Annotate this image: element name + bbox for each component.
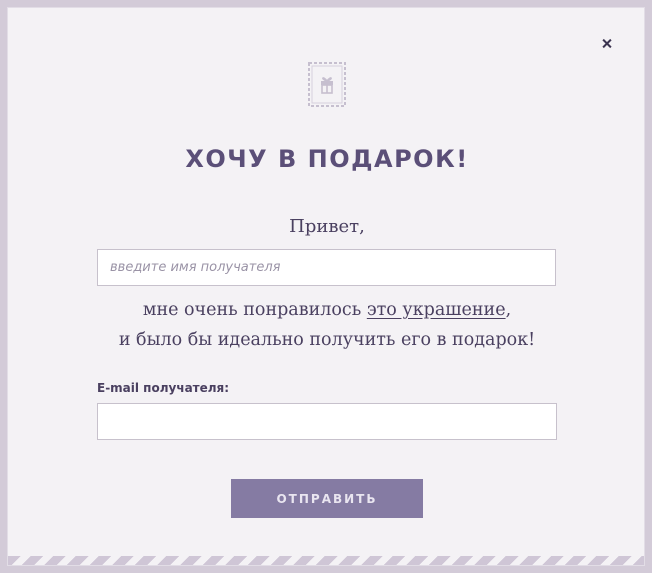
gift-message: мне очень понравилось это украшение, и б… (8, 295, 644, 355)
message-line2: и было бы идеально получить его в подаро… (118, 330, 536, 350)
submit-button[interactable]: ОТПРАВИТЬ (231, 479, 423, 518)
greeting-text: Привет, (289, 216, 365, 237)
recipient-email-input[interactable] (97, 403, 557, 440)
message-line1-prefix: мне очень понравилось (142, 300, 367, 320)
email-label: E-mail получателя: (97, 381, 230, 395)
modal-frame: ХОЧУ В ПОДАРОК! Привет, мне очень понрав… (0, 0, 652, 573)
message-line1-suffix: , (505, 300, 512, 320)
recipient-name-input[interactable] (97, 249, 556, 286)
modal-title: ХОЧУ В ПОДАРОК! (185, 145, 469, 173)
gift-request-modal: ХОЧУ В ПОДАРОК! Привет, мне очень понрав… (7, 7, 645, 566)
gift-stamp-icon (308, 62, 346, 107)
product-link[interactable]: это украшение (367, 300, 506, 320)
decorative-stripes (8, 556, 644, 565)
close-icon[interactable] (598, 35, 616, 53)
